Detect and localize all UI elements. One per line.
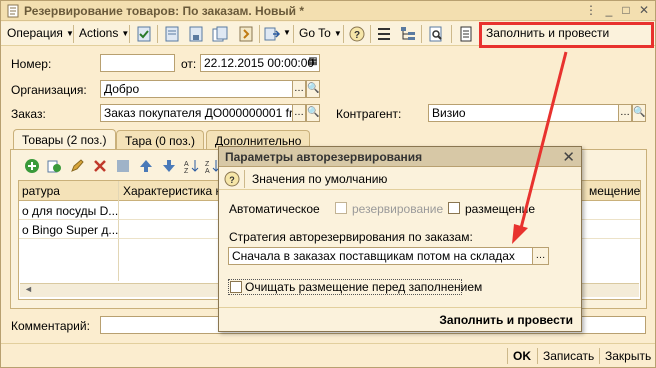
annotation-arrow: [512, 51, 568, 244]
arrow-head: [512, 224, 528, 244]
